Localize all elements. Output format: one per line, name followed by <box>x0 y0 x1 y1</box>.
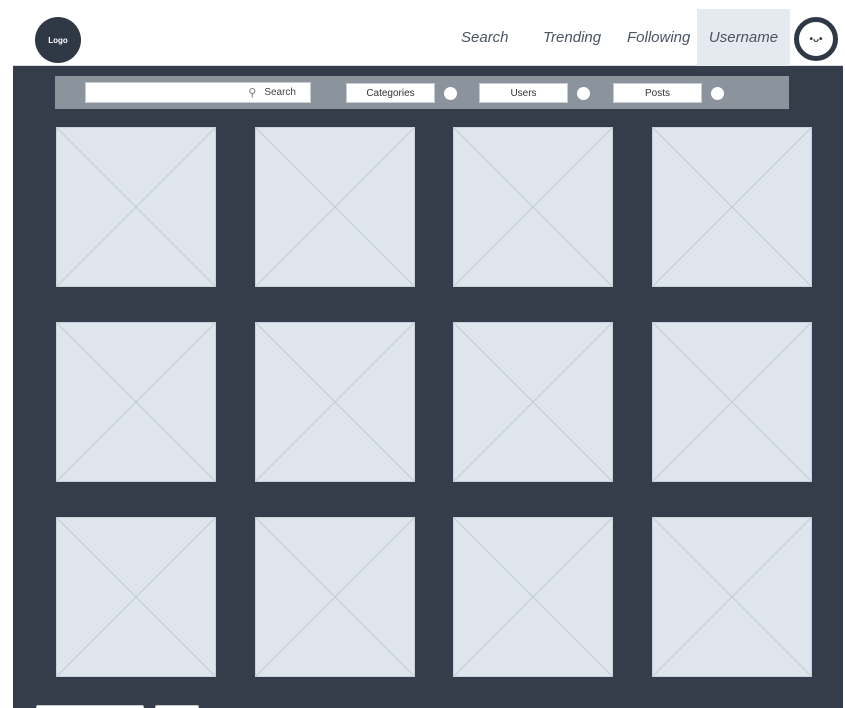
nav-trending[interactable]: Trending <box>543 9 601 66</box>
image-placeholder-icon <box>256 323 414 481</box>
image-placeholder-icon <box>454 518 612 676</box>
image-placeholder[interactable] <box>453 517 613 677</box>
image-placeholder[interactable] <box>652 517 812 677</box>
image-placeholder-icon <box>653 518 811 676</box>
app-frame: Logo Search Trending Following Username … <box>13 9 843 708</box>
search-input[interactable]: ⚲ Search <box>85 82 311 103</box>
avatar-face-icon: •ᴗ• <box>809 33 823 45</box>
search-icon: ⚲ <box>248 87 257 99</box>
filter-bar: ⚲ Search Categories Users Posts <box>55 76 789 109</box>
image-placeholder-icon <box>256 518 414 676</box>
categories-radio[interactable] <box>444 87 457 100</box>
image-placeholder[interactable] <box>56 127 216 287</box>
image-placeholder[interactable] <box>453 127 613 287</box>
image-placeholder[interactable] <box>56 517 216 677</box>
image-placeholder-icon <box>454 128 612 286</box>
categories-button[interactable]: Categories <box>346 83 435 103</box>
image-placeholder-icon <box>57 518 215 676</box>
image-placeholder[interactable] <box>453 322 613 482</box>
image-placeholder-icon <box>653 323 811 481</box>
users-button[interactable]: Users <box>479 83 568 103</box>
image-placeholder[interactable] <box>255 127 415 287</box>
search-label: Search <box>264 87 296 98</box>
image-placeholder-icon <box>454 323 612 481</box>
image-placeholder[interactable] <box>255 517 415 677</box>
image-placeholder[interactable] <box>56 322 216 482</box>
username-tab[interactable]: Username <box>697 9 790 66</box>
nav-following[interactable]: Following <box>627 9 690 66</box>
image-placeholder-icon <box>256 128 414 286</box>
image-placeholder[interactable] <box>255 322 415 482</box>
top-navigation-bar: Logo Search Trending Following Username … <box>13 9 843 66</box>
image-placeholder-icon <box>57 128 215 286</box>
image-placeholder[interactable] <box>652 322 812 482</box>
image-placeholder[interactable] <box>652 127 812 287</box>
image-placeholder-icon <box>57 323 215 481</box>
avatar[interactable]: •ᴗ• <box>794 17 838 61</box>
users-radio[interactable] <box>577 87 590 100</box>
logo[interactable]: Logo <box>35 17 81 63</box>
posts-radio[interactable] <box>711 87 724 100</box>
image-placeholder-icon <box>653 128 811 286</box>
nav-search[interactable]: Search <box>461 9 509 66</box>
posts-button[interactable]: Posts <box>613 83 702 103</box>
